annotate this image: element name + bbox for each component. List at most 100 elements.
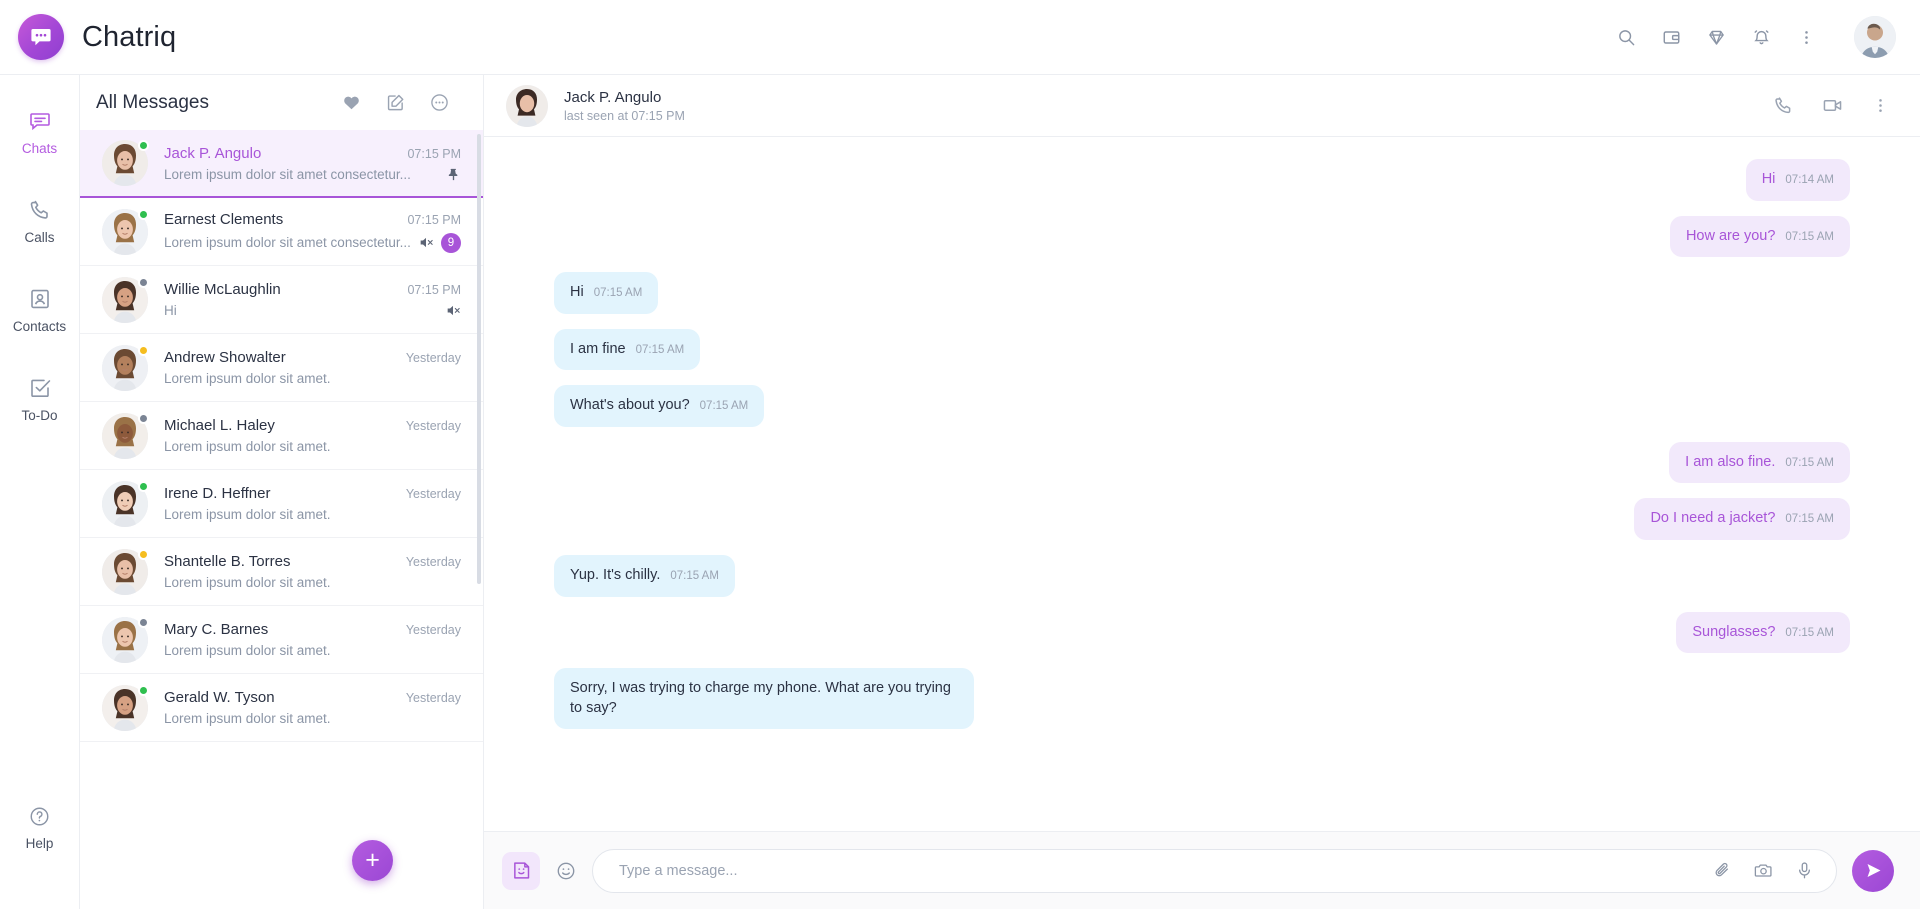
message-input[interactable] [619, 862, 1691, 879]
chat-item-preview: Lorem ipsum dolor sit amet. [164, 371, 331, 386]
search-icon[interactable] [1617, 28, 1636, 47]
attachment-clip-icon[interactable] [1713, 861, 1732, 880]
new-chat-button[interactable]: + [352, 840, 393, 881]
message-text: How are you? [1685, 227, 1776, 244]
message-text: Hi [1761, 171, 1776, 187]
message-text: Hi [570, 284, 584, 301]
message-text: I am also fine. [1685, 453, 1776, 470]
more-circle-icon[interactable] [430, 93, 449, 112]
message-time: 07:15 AM [1785, 626, 1834, 639]
chat-list-item[interactable]: Michael L. Haley Yesterday Lorem ipsum dol… [80, 402, 483, 470]
status-dot [138, 548, 149, 560]
sidebar-item-chats[interactable]: Chats [0, 97, 80, 166]
chat-list-item[interactable]: Willie McLaughlin 07:15 PM Hi [80, 266, 483, 334]
chat-list-item[interactable]: Jack P. Angulo 07:15 PM Lorem ipsum dolor … [80, 130, 483, 198]
bell-icon[interactable] [1752, 28, 1771, 47]
message-bubble[interactable]: Yup. It's chilly. 07:15 AM [554, 554, 735, 597]
chat-item-name: Michael L. Haley [164, 417, 275, 434]
compose-icon[interactable] [386, 93, 405, 112]
mute-icon [446, 303, 461, 318]
chat-list-item[interactable]: Irene D. Heffner Yesterday Lorem ipsum dol… [80, 470, 483, 538]
sticker-icon[interactable] [502, 851, 540, 890]
message-bubble[interactable]: How are you? 07:15 AM [1669, 215, 1850, 258]
message-bubble[interactable]: Hi 07:14 AM [1745, 159, 1850, 201]
sidebar-item-label: Chats [21, 141, 58, 156]
status-dot [138, 140, 149, 151]
left-navigation: Chats Calls Contacts To-Do Help [0, 75, 80, 909]
chat-application: Chatriq Chats Calls Contacts To-Do Help … [0, 0, 1920, 909]
message-list[interactable]: Hi 07:14 AM How are you? 07:15 AM Hi 07:15 AM… [484, 137, 1920, 831]
microphone-icon[interactable] [1795, 861, 1814, 880]
chat-item-time: Yesterday [405, 351, 461, 365]
send-button[interactable] [1852, 849, 1894, 892]
chat-item-content: Earnest Clements 07:15 PM Lorem ipsum dolo… [164, 211, 461, 253]
message-out: How are you? 07:15 AM [554, 215, 1850, 258]
conversation-actions [1773, 95, 1890, 116]
more-vertical-icon[interactable] [1871, 96, 1890, 115]
message-bubble[interactable]: I am also fine. 07:15 AM [1669, 441, 1850, 484]
more-vertical-icon[interactable] [1797, 28, 1816, 47]
camera-icon[interactable] [1754, 861, 1773, 880]
message-bubble[interactable]: Do I need a jacket? 07:15 AM [1634, 498, 1850, 540]
message-text: Sunglasses? [1692, 623, 1776, 640]
chat-item-time: Yesterday [405, 555, 461, 569]
pin-icon[interactable] [446, 167, 461, 182]
favorites-heart-icon[interactable] [342, 93, 361, 112]
chat-item-content: Shantelle B. Torres Yesterday Lorem ipsum … [164, 553, 461, 590]
message-bubble[interactable]: Sunglasses? 07:15 AM [1676, 611, 1850, 654]
scrollbar[interactable] [477, 134, 481, 584]
avatar-wrapper [102, 616, 149, 663]
chat-list-item[interactable]: Mary C. Barnes Yesterday Lorem ipsum dolor… [80, 606, 483, 674]
message-bubble[interactable]: Sorry, I was trying to charge my phone. … [554, 668, 974, 730]
chat-item-content: Michael L. Haley Yesterday Lorem ipsum dol… [164, 417, 461, 454]
sidebar-item-calls[interactable]: Calls [0, 186, 80, 255]
wallet-icon[interactable] [1662, 28, 1681, 47]
avatar[interactable] [1854, 16, 1896, 58]
chat-list-actions [342, 93, 449, 112]
chat-item-name: Earnest Clements [164, 210, 284, 228]
chat-item-preview: Lorem ipsum dolor sit amet. [164, 575, 331, 590]
chat-list-item[interactable]: Andrew Showalter Yesterday Lorem ipsum dol… [80, 334, 483, 402]
avatar-wrapper [102, 140, 149, 186]
app-body: Chats Calls Contacts To-Do Help All Mess… [0, 75, 1920, 909]
video-icon[interactable] [1822, 95, 1843, 116]
chat-item-name: Andrew Showalter [164, 349, 286, 366]
chat-item-time: Yesterday [405, 487, 461, 501]
sidebar-item-contacts[interactable]: Contacts [0, 275, 80, 344]
chat-list-item[interactable]: Gerald W. Tyson Yesterday Lorem ipsum dolo… [80, 674, 483, 742]
contact-card-icon [28, 286, 52, 312]
message-text: What's about you? [570, 397, 690, 414]
contact-status: last seen at 07:15 PM [564, 108, 685, 123]
emoji-smiley-icon[interactable] [555, 860, 577, 882]
chat-item-time: 07:15 PM [407, 146, 461, 161]
sidebar-item-todo[interactable]: To-Do [0, 364, 80, 433]
sidebar-item-label: Calls [24, 230, 55, 245]
message-bubble[interactable]: What's about you? 07:15 AM [554, 385, 765, 427]
call-icon[interactable] [1773, 95, 1794, 116]
message-out: Do I need a jacket? 07:15 AM [554, 498, 1850, 540]
message-bubble[interactable]: Hi 07:15 AM [554, 272, 659, 314]
chat-list-item[interactable]: Earnest Clements 07:15 PM Lorem ipsum dolo… [80, 198, 483, 266]
diamond-icon[interactable] [1707, 28, 1726, 47]
contact-avatar[interactable] [506, 84, 548, 127]
avatar-wrapper [102, 480, 149, 527]
message-composer [484, 831, 1920, 909]
chat-list-item[interactable]: Shantelle B. Torres Yesterday Lorem ipsum … [80, 538, 483, 606]
help-circle-icon [28, 803, 51, 829]
sidebar-item-help[interactable]: Help [0, 792, 80, 861]
chat-item-content: Willie McLaughlin 07:15 PM Hi [164, 281, 461, 318]
chat-item-content: Gerald W. Tyson Yesterday Lorem ipsum dolo… [164, 689, 461, 726]
message-time: 07:14 AM [1785, 174, 1834, 186]
chat-item-preview: Lorem ipsum dolor sit amet. [164, 439, 331, 454]
message-time: 07:15 AM [1785, 230, 1834, 243]
checkbox-icon [28, 375, 52, 401]
top-bar-actions [1617, 16, 1896, 58]
message-out: Sunglasses? 07:15 AM [554, 611, 1850, 654]
chat-item-meta: 9 [419, 232, 461, 253]
avatar-wrapper [102, 276, 149, 323]
chat-list-scroll[interactable]: Jack P. Angulo 07:15 PM Lorem ipsum dolor … [80, 130, 483, 909]
message-bubble[interactable]: I am fine 07:15 AM [554, 328, 701, 371]
message-time: 07:15 AM [593, 287, 643, 300]
message-time: 07:15 AM [699, 400, 749, 413]
message-time: 07:15 AM [670, 569, 719, 582]
